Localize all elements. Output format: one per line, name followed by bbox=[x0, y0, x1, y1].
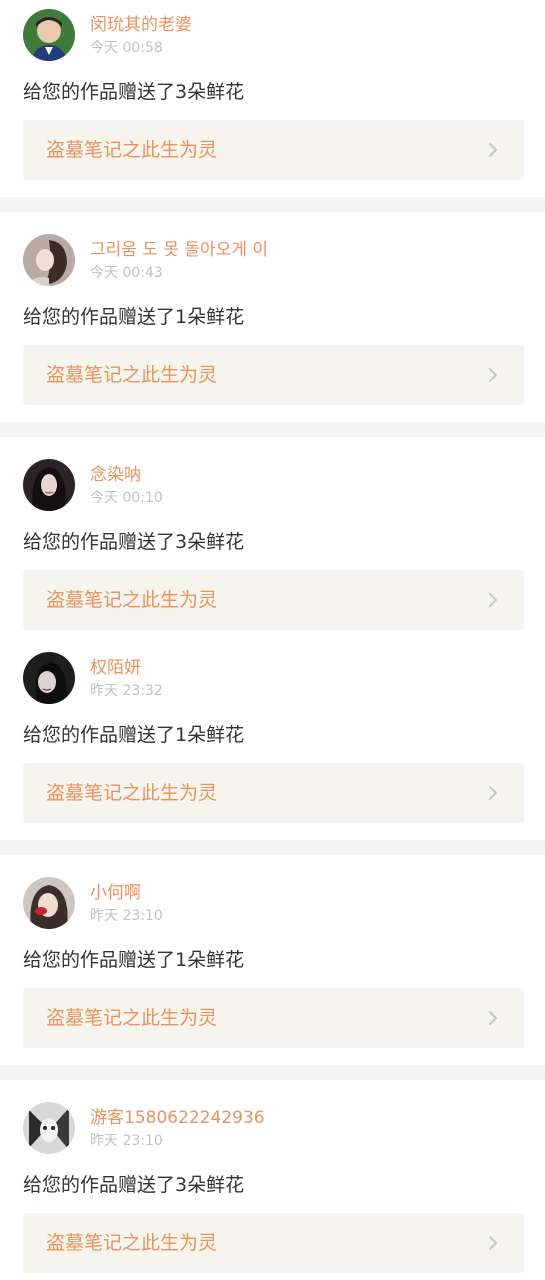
notification-card: 그리움 도 못 돌아오게 이 今天 00:43 给您的作品赠送了1朵鲜花 盗墓笔… bbox=[0, 212, 545, 422]
chevron-right-icon bbox=[484, 366, 502, 384]
notification-card: 念染呐 今天 00:10 给您的作品赠送了3朵鲜花 盗墓笔记之此生为灵 bbox=[0, 437, 545, 634]
notification-card: 游客1580622242936 昨天 23:10 给您的作品赠送了3朵鲜花 盗墓… bbox=[0, 1080, 545, 1280]
timestamp: 昨天 23:32 bbox=[90, 683, 163, 699]
work-title: 盗墓笔记之此生为灵 bbox=[46, 1007, 218, 1029]
gift-message: 给您的作品赠送了1朵鲜花 bbox=[23, 949, 245, 971]
work-title: 盗墓笔记之此生为灵 bbox=[46, 782, 218, 804]
work-title: 盗墓笔记之此生为灵 bbox=[46, 589, 218, 611]
avatar[interactable] bbox=[23, 1102, 75, 1154]
work-title: 盗墓笔记之此生为灵 bbox=[46, 1232, 218, 1254]
work-link[interactable]: 盗墓笔记之此生为灵 bbox=[23, 1213, 524, 1273]
notification-card: 权陌妍 昨天 23:32 给您的作品赠送了1朵鲜花 盗墓笔记之此生为灵 bbox=[0, 634, 545, 840]
notification-card: 小何啊 昨天 23:10 给您的作品赠送了1朵鲜花 盗墓笔记之此生为灵 bbox=[0, 855, 545, 1065]
chevron-right-icon bbox=[484, 1009, 502, 1027]
avatar[interactable] bbox=[23, 9, 75, 61]
work-link[interactable]: 盗墓笔记之此生为灵 bbox=[23, 345, 524, 405]
timestamp: 昨天 23:10 bbox=[90, 908, 163, 924]
avatar-girl-bw-photo-icon bbox=[23, 652, 75, 704]
avatar-girl-red-lips-photo-icon bbox=[23, 877, 75, 929]
username[interactable]: 念染呐 bbox=[90, 465, 141, 485]
notification-card: 闵玧其的老婆 今天 00:58 给您的作品赠送了3朵鲜花 盗墓笔记之此生为灵 bbox=[0, 0, 545, 197]
work-link[interactable]: 盗墓笔记之此生为灵 bbox=[23, 120, 524, 180]
username[interactable]: 游客1580622242936 bbox=[90, 1108, 265, 1128]
avatar[interactable] bbox=[23, 234, 75, 286]
username[interactable]: 权陌妍 bbox=[90, 658, 141, 678]
chevron-right-icon bbox=[484, 784, 502, 802]
avatar[interactable] bbox=[23, 877, 75, 929]
gift-message: 给您的作品赠送了1朵鲜花 bbox=[23, 724, 245, 746]
timestamp: 今天 00:10 bbox=[90, 490, 163, 506]
gift-message: 给您的作品赠送了3朵鲜花 bbox=[23, 1174, 245, 1196]
separator bbox=[0, 1065, 545, 1080]
gift-message: 给您的作品赠送了1朵鲜花 bbox=[23, 306, 245, 328]
avatar-guest-mask-photo-icon bbox=[23, 1102, 75, 1154]
separator bbox=[0, 840, 545, 855]
avatar-girl-side-photo-icon bbox=[23, 234, 75, 286]
work-title: 盗墓笔记之此生为灵 bbox=[46, 139, 218, 161]
timestamp: 昨天 23:10 bbox=[90, 1133, 163, 1149]
timestamp: 今天 00:58 bbox=[90, 40, 163, 56]
chevron-right-icon bbox=[484, 591, 502, 609]
work-link[interactable]: 盗墓笔记之此生为灵 bbox=[23, 763, 524, 823]
timestamp: 今天 00:43 bbox=[90, 265, 163, 281]
gift-message: 给您的作品赠送了3朵鲜花 bbox=[23, 531, 245, 553]
avatar[interactable] bbox=[23, 459, 75, 511]
avatar-boy-photo-icon bbox=[23, 9, 75, 61]
chevron-right-icon bbox=[484, 141, 502, 159]
work-link[interactable]: 盗墓笔记之此生为灵 bbox=[23, 988, 524, 1048]
gift-message: 给您的作品赠送了3朵鲜花 bbox=[23, 81, 245, 103]
chevron-right-icon bbox=[484, 1234, 502, 1252]
separator bbox=[0, 197, 545, 212]
avatar[interactable] bbox=[23, 652, 75, 704]
username[interactable]: 闵玧其的老婆 bbox=[90, 15, 192, 35]
username[interactable]: 小何啊 bbox=[90, 883, 141, 903]
separator bbox=[0, 422, 545, 437]
work-link[interactable]: 盗墓笔记之此生为灵 bbox=[23, 570, 524, 630]
avatar-girl-dark-hair-photo-icon bbox=[23, 459, 75, 511]
work-title: 盗墓笔记之此生为灵 bbox=[46, 364, 218, 386]
username[interactable]: 그리움 도 못 돌아오게 이 bbox=[90, 240, 268, 260]
